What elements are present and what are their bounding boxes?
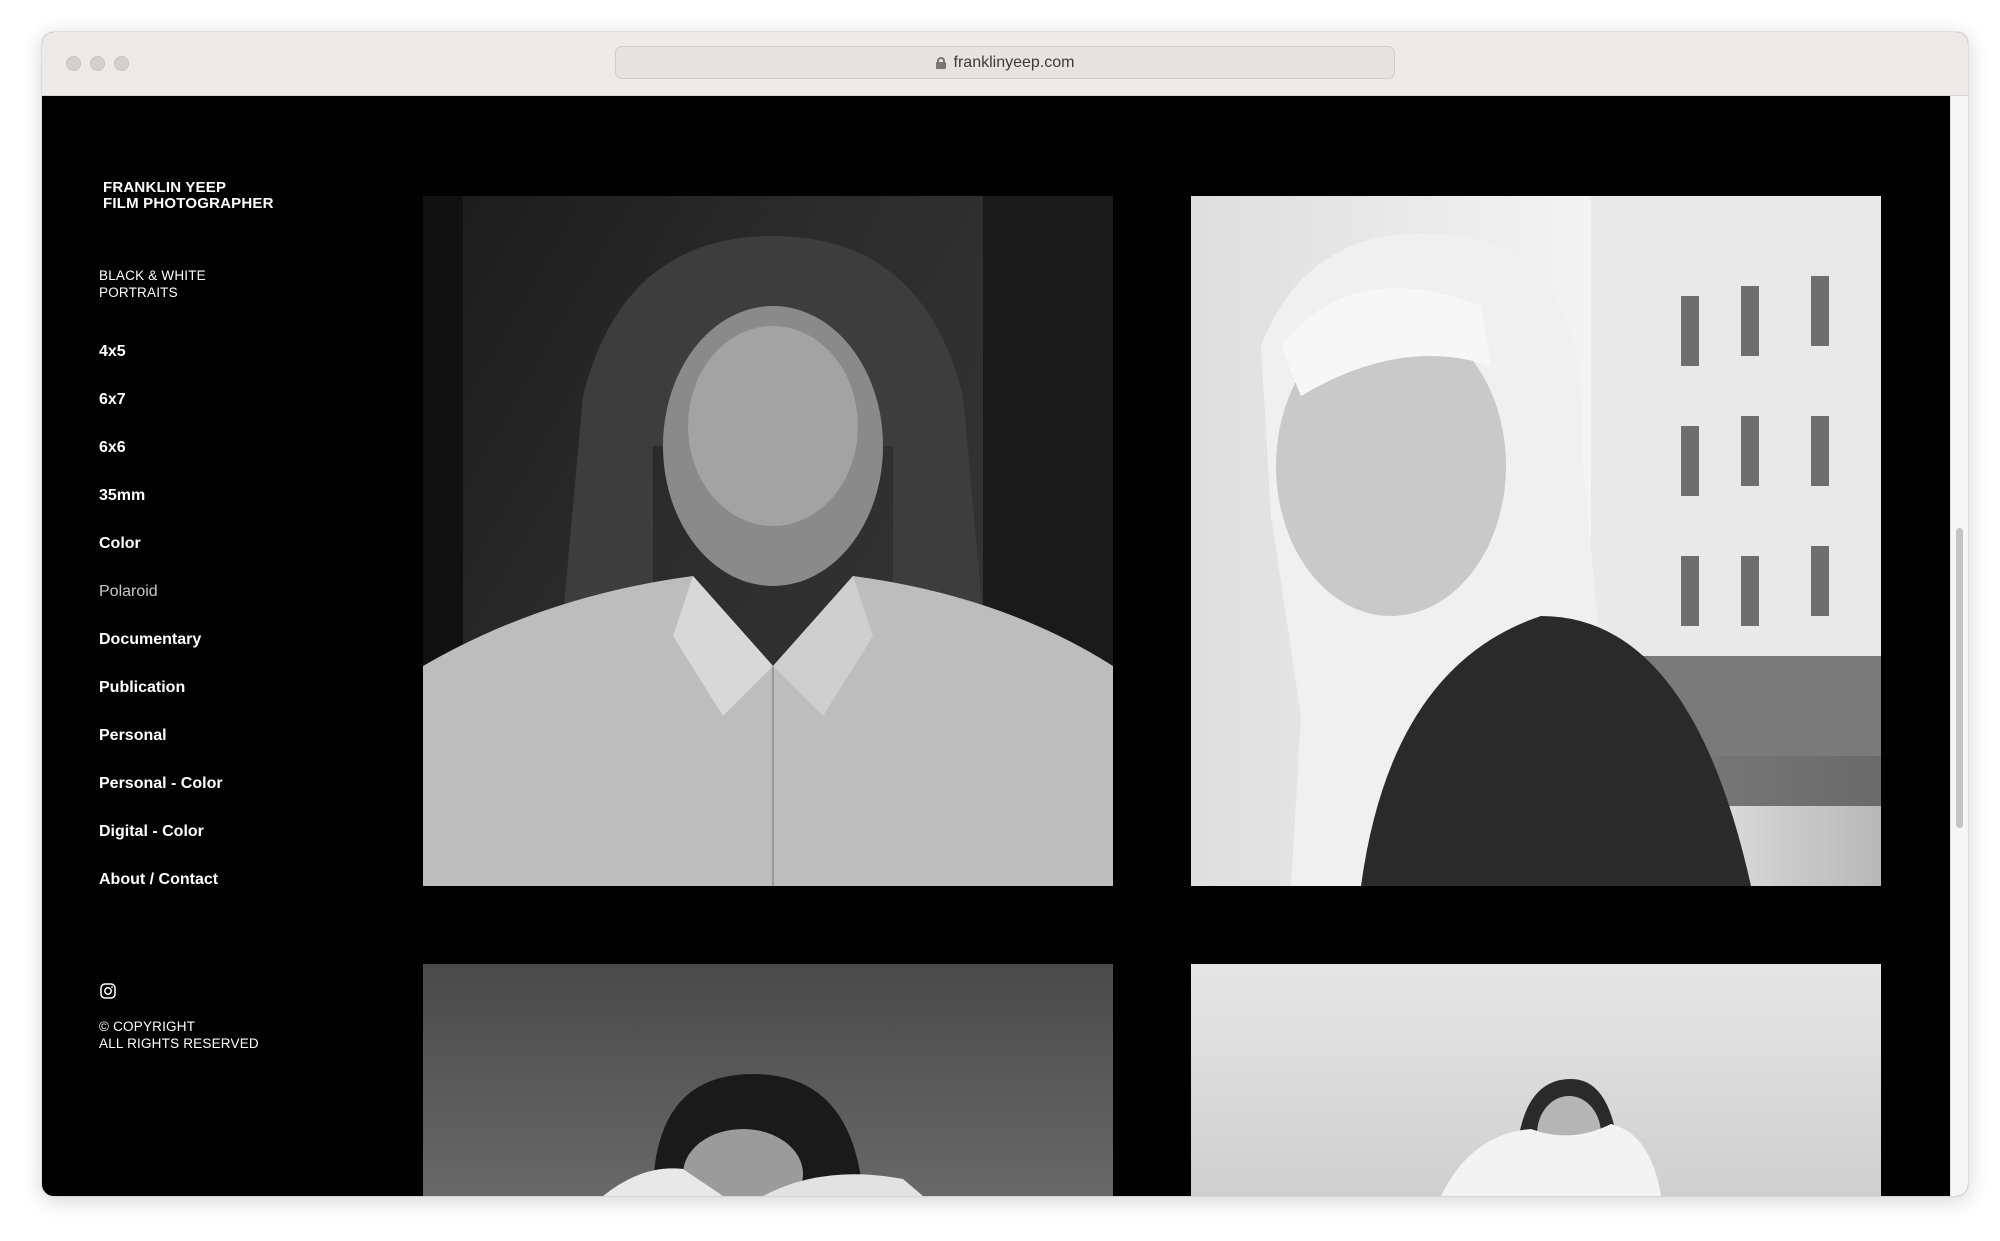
nav-item-6x7[interactable]: 6x7	[99, 390, 223, 438]
gallery-title-line2: PORTRAITS	[99, 285, 178, 300]
lock-icon	[935, 56, 946, 69]
portrait-photo-3-image	[603, 1074, 923, 1196]
minimize-window-button[interactable]	[90, 56, 105, 71]
gallery-photo-3[interactable]	[423, 964, 1113, 1196]
site-title[interactable]: FRANKLIN YEEP FILM PHOTOGRAPHER	[103, 180, 274, 212]
instagram-icon[interactable]	[100, 983, 116, 999]
gallery-photo-2[interactable]	[1191, 196, 1881, 886]
scrollbar-thumb[interactable]	[1956, 528, 1963, 828]
portrait-photo-2-image	[1261, 196, 1881, 886]
gallery-title: BLACK & WHITE PORTRAITS	[99, 267, 206, 301]
portrait-photo-4-image	[1441, 1079, 1661, 1196]
copyright-line1: © COPYRIGHT	[99, 1019, 196, 1034]
brand-tagline: FILM PHOTOGRAPHER	[103, 195, 274, 212]
nav-item-4x5[interactable]: 4x5	[99, 342, 223, 390]
browser-titlebar: franklinyeep.com	[42, 32, 1968, 96]
nav-item-publication[interactable]: Publication	[99, 678, 223, 726]
nav-item-35mm[interactable]: 35mm	[99, 486, 223, 534]
browser-window: franklinyeep.com FRANKLIN YEEP FILM PHOT…	[42, 32, 1968, 1196]
nav-item-personal-color[interactable]: Personal - Color	[99, 774, 223, 822]
sidebar-nav: 4x5 6x7 6x6 35mm Color Polaroid Document…	[99, 342, 223, 918]
url-text: franklinyeep.com	[953, 53, 1075, 71]
page-content: FRANKLIN YEEP FILM PHOTOGRAPHER BLACK & …	[42, 96, 1950, 1196]
nav-item-polaroid[interactable]: Polaroid	[99, 582, 223, 630]
nav-item-about-contact[interactable]: About / Contact	[99, 870, 223, 918]
gallery-photo-1[interactable]	[423, 196, 1113, 886]
nav-item-6x6[interactable]: 6x6	[99, 438, 223, 486]
close-window-button[interactable]	[66, 56, 81, 71]
address-bar[interactable]: franklinyeep.com	[615, 46, 1395, 79]
zoom-window-button[interactable]	[114, 56, 129, 71]
brand-name: FRANKLIN YEEP	[103, 179, 227, 196]
nav-item-personal[interactable]: Personal	[99, 726, 223, 774]
nav-item-digital-color[interactable]: Digital - Color	[99, 822, 223, 870]
page-scrollbar[interactable]	[1950, 96, 1968, 1196]
gallery-title-line1: BLACK & WHITE	[99, 268, 206, 283]
copyright-notice: © COPYRIGHT ALL RIGHTS RESERVED	[99, 1018, 259, 1052]
copyright-line2: ALL RIGHTS RESERVED	[99, 1036, 259, 1051]
gallery-photo-4[interactable]	[1191, 964, 1881, 1196]
nav-item-color[interactable]: Color	[99, 534, 223, 582]
nav-item-documentary[interactable]: Documentary	[99, 630, 223, 678]
portrait-photo-1-image	[423, 196, 1113, 886]
